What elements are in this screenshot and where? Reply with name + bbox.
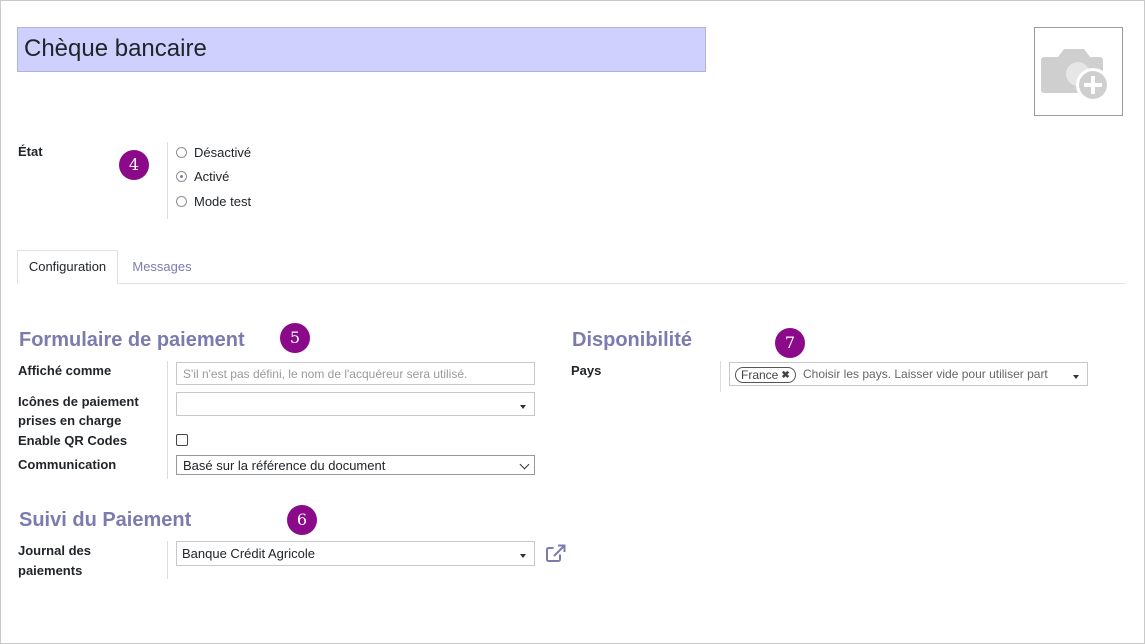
journal-label-line2: paiements [18,563,83,578]
state-option-label: Activé [194,168,230,184]
payment-icons-select[interactable] [176,392,535,416]
availability-section-title: Disponibilité [572,329,692,351]
state-option-test[interactable]: Mode test [176,192,251,210]
dropdown-caret-icon [520,405,526,409]
state-option-disabled[interactable]: Désactivé [176,143,251,161]
state-option-enabled[interactable]: Activé [176,167,229,185]
country-tag-france[interactable]: France ✖ [735,367,796,383]
communication-select[interactable]: Basé sur la référence du document [176,455,535,475]
radio-button[interactable] [176,146,187,158]
radio-button-selected[interactable] [176,170,187,182]
countries-placeholder: Choisir les pays. Laisser vide pour util… [803,367,1048,381]
country-tag-label: France [741,367,779,382]
communication-label: Communication [18,457,117,472]
display-as-placeholder: S'il n'est pas défini, le nom de l'acqué… [183,367,468,381]
payment-icons-label-line1: Icônes de paiement [18,394,139,409]
payment-icons-label-line2: prises en charge [18,413,122,428]
display-as-input[interactable]: S'il n'est pas défini, le nom de l'acqué… [176,362,535,385]
state-option-label: Mode test [194,193,252,209]
countries-label: Pays [571,363,602,378]
image-upload-button[interactable] [1034,27,1123,116]
chevron-down-icon [519,459,530,470]
state-label: État [18,144,43,159]
field-separator [167,142,168,219]
field-separator [167,541,168,579]
record-name-field[interactable]: Chèque bancaire [17,27,706,72]
camera-add-icon [1041,49,1110,102]
tab-configuration[interactable]: Configuration [17,250,118,284]
journal-label-line1: Journal des [18,543,91,558]
callout-badge-7: 7 [775,328,805,358]
qr-codes-label: Enable QR Codes [18,433,128,448]
field-separator [720,361,721,392]
radio-button[interactable] [176,195,187,207]
journal-select[interactable]: Banque Crédit Agricole [176,541,535,566]
record-name-value: Chèque bancaire [24,35,207,62]
callout-badge-6: 6 [287,505,317,535]
communication-value: Basé sur la référence du document [183,458,386,473]
display-as-label: Affiché comme [18,363,112,378]
payment-form-section-title: Formulaire de paiement [19,329,245,351]
qr-codes-checkbox[interactable] [176,434,188,446]
state-option-label: Désactivé [194,144,252,160]
field-separator [167,361,168,479]
dropdown-caret-icon [520,554,526,558]
callout-badge-4: 4 [119,150,149,180]
callout-badge-5: 5 [280,323,310,353]
payment-followup-section-title: Suivi du Paiement [19,509,192,531]
tab-messages[interactable]: Messages [118,250,206,284]
form-sheet [0,0,1145,644]
remove-tag-icon[interactable]: ✖ [781,368,789,383]
dropdown-caret-icon [1073,375,1079,379]
external-link-icon[interactable] [546,544,567,563]
journal-value: Banque Crédit Agricole [182,546,315,561]
countries-multiselect[interactable]: France ✖ Choisir les pays. Laisser vide … [729,362,1088,386]
